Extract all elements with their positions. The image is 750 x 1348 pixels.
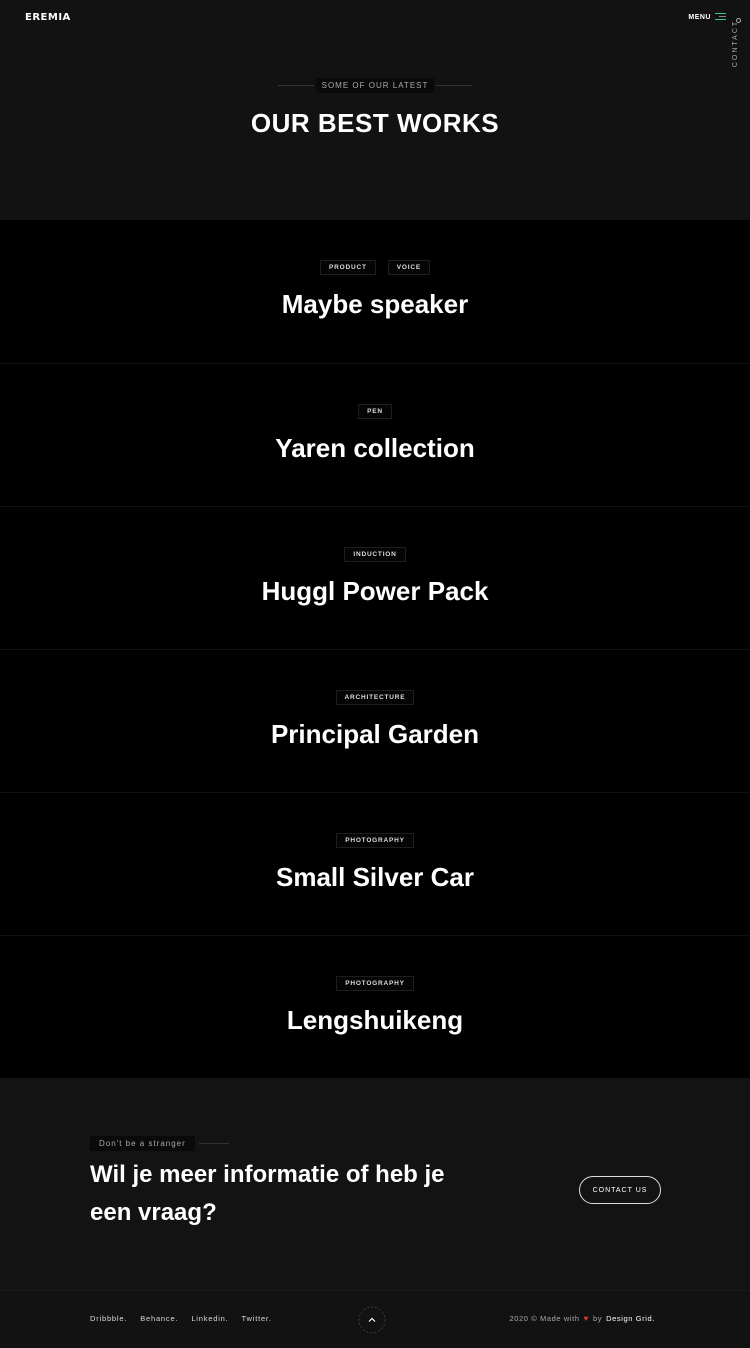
credit-brand-link[interactable]: Design Grid. [606, 1314, 655, 1323]
tag[interactable]: INDUCTION [344, 547, 406, 562]
chevron-up-icon [358, 1306, 386, 1334]
tag-list: PRODUCT VOICE [0, 260, 750, 275]
social-link-behance[interactable]: Behance. [140, 1314, 178, 1323]
work-title[interactable]: Maybe speaker [0, 289, 750, 320]
cta-heading: Wil je meer informatie of heb je een vra… [90, 1161, 445, 1226]
cta-eyebrow-label: Don't be a stranger [90, 1136, 195, 1151]
tag-list: PHOTOGRAPHY [0, 833, 750, 848]
social-link-dribbble[interactable]: Dribbble. [90, 1314, 127, 1323]
work-title[interactable]: Yaren collection [0, 433, 750, 464]
hamburger-icon [715, 13, 726, 21]
heart-icon: ♥ [583, 1314, 589, 1323]
tag-list: PEN [0, 404, 750, 419]
cta-eyebrow: Don't be a stranger [90, 1136, 229, 1151]
page-title: OUR BEST WORKS [250, 108, 500, 138]
menu-label: MENU [688, 13, 711, 21]
social-link-linkedin[interactable]: Linkedin. [191, 1314, 228, 1323]
site-header: EREMIA MENU CONTACT SOME OF OUR LATEST O… [0, 0, 750, 220]
work-item-small-silver-car[interactable]: PHOTOGRAPHY Small Silver Car [0, 792, 750, 935]
tag[interactable]: VOICE [387, 260, 430, 275]
tag[interactable]: ARCHITECTURE [335, 690, 415, 705]
tag[interactable]: PHOTOGRAPHY [336, 976, 414, 991]
section-eyebrow: SOME OF OUR LATEST [0, 78, 750, 93]
tag[interactable]: PRODUCT [320, 260, 376, 275]
social-link-twitter[interactable]: Twitter. [242, 1314, 272, 1323]
work-item-lengshuikeng[interactable]: PHOTOGRAPHY Lengshuikeng [0, 935, 750, 1078]
social-links: Dribbble. Behance. Linkedin. Twitter. [90, 1314, 272, 1323]
contact-side-label: CONTACT [732, 19, 740, 68]
work-item-principal-garden[interactable]: ARCHITECTURE Principal Garden [0, 649, 750, 792]
work-item-yaren-collection[interactable]: PEN Yaren collection [0, 363, 750, 506]
menu-toggle[interactable]: MENU [688, 13, 726, 21]
works-list: PRODUCT VOICE Maybe speaker PEN Yaren co… [0, 220, 750, 1078]
work-title[interactable]: Small Silver Car [0, 862, 750, 893]
footer-credit: 2020 © Made with ♥ by Design Grid. [509, 1314, 655, 1323]
divider [277, 85, 314, 86]
credit-prefix: 2020 © Made with [509, 1314, 580, 1323]
contact-side-link[interactable]: CONTACT [732, 18, 744, 74]
eyebrow-label: SOME OF OUR LATEST [315, 78, 435, 93]
tag[interactable]: PHOTOGRAPHY [336, 833, 414, 848]
tag-list: PHOTOGRAPHY [0, 976, 750, 991]
contact-us-button[interactable]: CONTACT US [579, 1176, 661, 1204]
scroll-to-top-button[interactable] [357, 1305, 387, 1335]
work-item-maybe-speaker[interactable]: PRODUCT VOICE Maybe speaker [0, 220, 750, 363]
divider [198, 1143, 229, 1144]
brand-logo[interactable]: EREMIA [25, 12, 71, 23]
tag[interactable]: PEN [358, 404, 392, 419]
site-footer: Dribbble. Behance. Linkedin. Twitter. 20… [0, 1290, 750, 1348]
tag-list: INDUCTION [0, 547, 750, 562]
tag-list: ARCHITECTURE [0, 690, 750, 705]
credit-by: by [592, 1314, 603, 1323]
divider [436, 85, 473, 86]
work-title[interactable]: Lengshuikeng [0, 1005, 750, 1036]
work-title[interactable]: Huggl Power Pack [0, 576, 750, 607]
contact-cta: Don't be a stranger Wil je meer informat… [0, 1078, 750, 1290]
work-item-huggl-power-pack[interactable]: INDUCTION Huggl Power Pack [0, 506, 750, 649]
work-title[interactable]: Principal Garden [0, 719, 750, 750]
